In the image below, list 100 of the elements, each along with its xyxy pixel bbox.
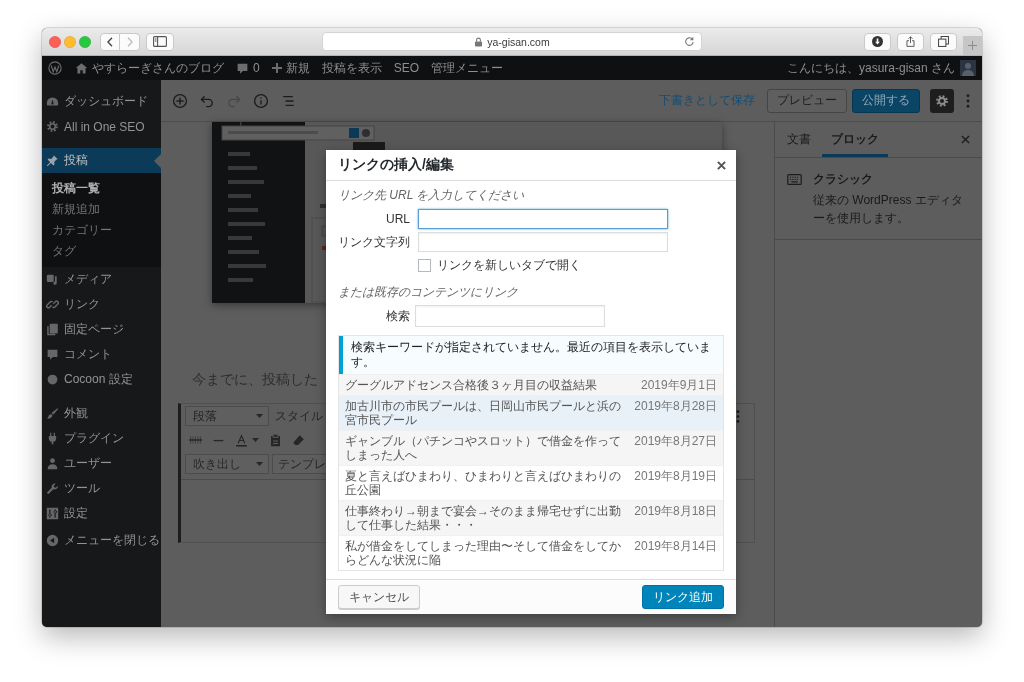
vertical-ellipsis-icon[interactable] [966, 93, 970, 108]
reload-icon[interactable] [684, 36, 695, 47]
gauge-icon [46, 95, 59, 108]
submenu-item[interactable]: 新規追加 [42, 199, 161, 220]
result-date: 2019年8月27日 [634, 434, 717, 448]
paintbrush-icon [46, 407, 59, 420]
share-button[interactable] [897, 32, 924, 51]
checkbox[interactable] [418, 259, 431, 272]
link-text-label: リンク文字列 [338, 233, 410, 251]
url-label: URL [385, 212, 410, 226]
back-button[interactable] [100, 32, 120, 51]
chevron-left-icon [107, 36, 113, 47]
result-date: 2019年8月19日 [634, 469, 717, 483]
lock-icon [474, 36, 484, 47]
result-date: 2019年9月1日 [640, 378, 717, 392]
new-content-link[interactable]: 新規 [271, 59, 310, 77]
menu-item[interactable]: All in One SEO [42, 114, 161, 139]
menu-item[interactable]: 外観 [42, 401, 161, 426]
chevron-right-icon [126, 36, 133, 47]
sidebar-icon [153, 36, 167, 47]
admin-bar-link[interactable]: SEO [393, 61, 420, 75]
plus-icon [968, 41, 977, 50]
vertical-ellipsis-icon[interactable] [736, 409, 740, 423]
caret-icon[interactable] [252, 438, 259, 442]
cancel-button[interactable]: キャンセル [338, 585, 420, 609]
menu-item[interactable]: Cocoon 設定 [42, 367, 161, 392]
result-item[interactable]: グーグルアドセンス合格後３ヶ月目の収益結果 2019年9月1日 [339, 374, 723, 395]
speech-bubble-icon [236, 61, 249, 75]
comments-link[interactable]: 0 [236, 61, 260, 75]
menu-item[interactable]: プラグイン [42, 426, 161, 451]
notice-message: 検索キーワードが指定されていません。最近の項目を表示しています。 [339, 336, 723, 374]
admin-bar-link[interactable]: 管理メニュー [431, 59, 504, 77]
sliders-icon [46, 507, 59, 520]
menu-item[interactable]: 投稿 [42, 148, 161, 173]
result-title: 仕事終わり→朝まで宴会→そのまま帰宅せずに出勤して仕事した結果・・・ [345, 504, 622, 532]
strikethrough-icon[interactable] [189, 435, 202, 445]
result-title: 私が借金をしてしまった理由〜そして借金をしてからどんな状況に陥 [345, 539, 622, 567]
settings-button[interactable] [930, 88, 954, 113]
menu-item[interactable]: コメント [42, 342, 161, 367]
circle-logo-icon[interactable] [48, 61, 62, 75]
caret-icon [256, 462, 263, 466]
plug-icon [46, 432, 59, 445]
menu-item[interactable]: ツール [42, 476, 161, 501]
url-field[interactable] [418, 209, 668, 229]
person-icon [46, 457, 59, 470]
house-icon [75, 61, 88, 75]
publish-button[interactable]: 公開する [852, 88, 920, 113]
menu-item[interactable]: ユーザー [42, 451, 161, 476]
address-field[interactable]: ya-gisan.com [322, 32, 702, 51]
plus-icon [271, 63, 282, 73]
checkbox-label[interactable]: リンクを新しいタブで開く [437, 257, 581, 274]
menu-item[interactable]: ダッシュボード [42, 89, 161, 114]
speech-bubble-icon [46, 348, 59, 361]
result-item[interactable]: 加古川市の市民プールは、日岡山市民プールと浜の宮市民プール 2019年8月28日 [339, 395, 723, 430]
result-item[interactable]: ギャンブル（パチンコやスロット）で借金を作ってしまった人へ 2019年8月27日 [339, 430, 723, 465]
menu-item[interactable]: リンク [42, 292, 161, 317]
text-color-icon[interactable] [235, 433, 248, 447]
circle-icon [46, 373, 59, 386]
result-item[interactable]: 仕事終わり→朝まで宴会→そのまま帰宅せずに出勤して仕事した結果・・・ 2019年8月18日 [339, 500, 723, 535]
caret-icon [256, 414, 263, 418]
clipboard-icon[interactable] [269, 433, 282, 447]
submenu-item[interactable]: 投稿一覧 [42, 178, 161, 199]
gear-icon [46, 120, 59, 133]
section-heading: または既存のコンテンツにリンク [338, 285, 519, 300]
collapse-menu-button[interactable]: メニューを閉じる [42, 528, 161, 553]
block-name: クラシック [813, 171, 874, 188]
window-close-icon[interactable] [49, 35, 61, 48]
menu-item[interactable]: 固定ページ [42, 317, 161, 342]
admin-bar-link[interactable]: 投稿を表示 [321, 59, 382, 77]
avatar-icon[interactable] [960, 60, 976, 76]
share-icon [905, 36, 916, 47]
eraser-icon[interactable] [292, 433, 305, 447]
new-tab-button[interactable] [963, 36, 982, 55]
link-icon [46, 298, 59, 311]
result-title: ギャンブル（パチンコやスロット）で借金を作ってしまった人へ [345, 434, 622, 462]
media-icon [46, 273, 59, 286]
close-icon[interactable] [717, 160, 726, 170]
window-zoom-icon[interactable] [79, 35, 91, 48]
menu-item[interactable]: 設定 [42, 501, 161, 526]
greeting-link[interactable]: こんにちは、yasura-gisan さん [786, 59, 955, 77]
plus-circle-icon[interactable] [172, 92, 188, 109]
add-link-button[interactable]: リンク追加 [642, 585, 724, 609]
result-date: 2019年8月28日 [634, 399, 717, 413]
site-link[interactable]: やすらーぎさんのブログ [75, 59, 224, 77]
keyboard-icon [787, 174, 802, 185]
menu-item[interactable]: メディア [42, 267, 161, 292]
pages-icon [46, 323, 59, 336]
sidebar-toggle-button[interactable] [146, 32, 174, 51]
tabs-icon [938, 36, 949, 47]
link-text-field[interactable] [418, 232, 668, 252]
result-title: 夏と言えばひまわり、ひまわりと言えばひまわりの丘公園 [345, 469, 622, 497]
downloads-button[interactable] [864, 32, 891, 51]
wrench-icon [46, 482, 59, 495]
submenu-item[interactable]: タグ [42, 241, 161, 262]
window-minimize-icon[interactable] [64, 35, 76, 48]
info-icon[interactable] [253, 92, 269, 109]
tabs-button[interactable] [930, 32, 957, 51]
search-field[interactable] [415, 305, 605, 327]
result-item[interactable]: 私が借金をしてしまった理由〜そして借金をしてからどんな状況に陥 2019年8月14日 [339, 535, 723, 570]
submenu-item[interactable]: カテゴリー [42, 220, 161, 241]
